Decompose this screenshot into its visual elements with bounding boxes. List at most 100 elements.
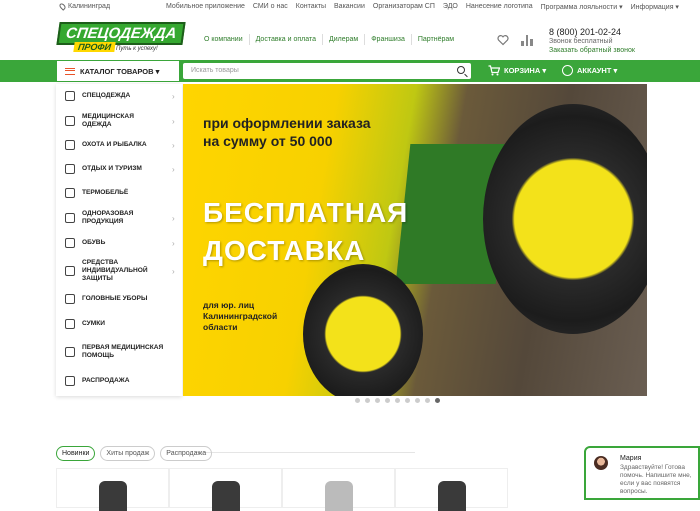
product-image bbox=[99, 481, 127, 511]
first-aid-icon bbox=[65, 347, 75, 357]
banner-small-1: для юр. лиц bbox=[203, 300, 255, 310]
chevron-right-icon: › bbox=[172, 116, 175, 126]
search-input[interactable]: Искать товары bbox=[183, 63, 471, 79]
bag-icon bbox=[65, 319, 75, 329]
nav-partners[interactable]: Партнёрам bbox=[410, 34, 460, 45]
divider-line bbox=[195, 452, 415, 453]
callback-link[interactable]: Заказать обратный звонок bbox=[549, 46, 635, 55]
sidebar-item-label: СРЕДСТВА ИНДИВИДУАЛЬНОЙ ЗАЩИТЫ bbox=[82, 259, 148, 282]
banner-small-2: Калининградской bbox=[203, 311, 278, 321]
top-link-sp-organizers[interactable]: Организаторам СП bbox=[373, 3, 435, 11]
header: СПЕЦОДЕЖДА ПРОФИ Путь к успеху! О компан… bbox=[0, 14, 700, 60]
cart-icon bbox=[488, 65, 500, 76]
city-selector[interactable]: Калининград bbox=[58, 2, 111, 11]
chat-message: Здравствуйте! Готова помочь. Напишите мн… bbox=[620, 464, 692, 495]
jacket-icon bbox=[65, 91, 75, 101]
city-label: Калининград bbox=[68, 3, 111, 10]
chevron-right-icon: › bbox=[172, 238, 175, 248]
account-button[interactable]: АККАУНТ ▾ bbox=[562, 65, 617, 76]
top-link-contacts[interactable]: Контакты bbox=[296, 3, 326, 11]
top-link-loyalty[interactable]: Программа лояльности ▾ bbox=[541, 3, 623, 11]
search-icon[interactable] bbox=[457, 66, 465, 74]
chat-widget[interactable]: Мария Здравствуйте! Готова помочь. Напиш… bbox=[584, 446, 700, 500]
banner-headline: БЕСПЛАТНАЯ ДОСТАВКА bbox=[203, 194, 408, 270]
header-nav: О компании Доставка и оплата Дилерам Фра… bbox=[198, 34, 460, 45]
carousel-dot[interactable] bbox=[355, 398, 360, 403]
chevron-right-icon: › bbox=[172, 266, 175, 276]
top-link-media[interactable]: СМИ о нас bbox=[253, 3, 288, 11]
user-icon bbox=[562, 65, 573, 76]
top-link-info[interactable]: Информация ▾ bbox=[631, 3, 679, 11]
favorites-heart-icon[interactable] bbox=[497, 34, 509, 46]
chat-avatar bbox=[594, 456, 608, 470]
search-placeholder: Искать товары bbox=[191, 67, 239, 74]
tab-bestsellers[interactable]: Хиты продаж bbox=[100, 446, 156, 461]
nav-delivery[interactable]: Доставка и оплата bbox=[248, 34, 322, 45]
chevron-right-icon: › bbox=[172, 164, 175, 174]
banner-line-2: на сумму от 50 000 bbox=[203, 133, 333, 149]
sidebar-item-label: МЕДИЦИНСКАЯ ОДЕЖДА bbox=[82, 113, 134, 128]
product-card[interactable] bbox=[169, 468, 282, 511]
catalog-label: КАТАЛОГ ТОВАРОВ ▾ bbox=[80, 66, 160, 76]
helmet-icon bbox=[65, 294, 75, 304]
sidebar-item-label: РАСПРОДАЖА bbox=[82, 377, 130, 384]
disposable-icon bbox=[65, 213, 75, 223]
compare-chart-icon[interactable] bbox=[521, 34, 534, 46]
banner-note: для юр. лиц Калининградской области bbox=[203, 300, 277, 333]
carousel-dot[interactable] bbox=[435, 398, 440, 403]
promo-banner[interactable]: при оформлении заказа на сумму от 50 000… bbox=[183, 84, 647, 396]
tab-sale[interactable]: Распродажа bbox=[160, 446, 213, 461]
top-link-mobile-app[interactable]: Мобильное приложение bbox=[166, 3, 245, 11]
product-grid bbox=[56, 468, 508, 511]
cart-label: КОРЗИНА ▾ bbox=[504, 66, 547, 75]
phone-free-note: Звонок бесплатный bbox=[549, 38, 613, 45]
sidebar-item-label: СУМКИ bbox=[82, 320, 106, 327]
phone-number[interactable]: 8 (800) 201-02-24 bbox=[549, 28, 635, 37]
nav-about[interactable]: О компании bbox=[198, 34, 249, 45]
tourism-icon bbox=[65, 164, 75, 174]
chevron-right-icon: › bbox=[172, 213, 175, 223]
tab-new[interactable]: Новинки bbox=[56, 446, 96, 461]
sidebar-item-label: ПЕРВАЯ МЕДИЦИНСКАЯ ПОМОЩЬ bbox=[82, 344, 164, 359]
carousel-dot[interactable] bbox=[395, 398, 400, 403]
sidebar-item-label: ГОЛОВНЫЕ УБОРЫ bbox=[82, 295, 148, 302]
nav-dealers[interactable]: Дилерам bbox=[322, 34, 364, 45]
carousel-dot[interactable] bbox=[405, 398, 410, 403]
sidebar-item-label: ТЕРМОБЕЛЬЁ bbox=[82, 189, 129, 196]
banner-big-2: ДОСТАВКА bbox=[203, 235, 366, 266]
chevron-right-icon: › bbox=[172, 91, 175, 101]
catalog-button[interactable]: КАТАЛОГ ТОВАРОВ ▾ bbox=[56, 60, 180, 82]
category-sidebar: СПЕЦОДЕЖДА › МЕДИЦИНСКАЯ ОДЕЖДА › ОХОТА И … bbox=[56, 84, 182, 396]
carousel-dot[interactable] bbox=[415, 398, 420, 403]
banner-big-1: БЕСПЛАТНАЯ bbox=[203, 197, 409, 228]
banner-subtitle: при оформлении заказа на сумму от 50 000 bbox=[203, 114, 371, 150]
product-image bbox=[325, 481, 353, 511]
product-card[interactable] bbox=[282, 468, 395, 511]
top-link-vacancies[interactable]: Вакансии bbox=[334, 3, 365, 11]
top-links: Мобильное приложение СМИ о нас Контакты … bbox=[166, 3, 679, 11]
tractor-rear-wheel bbox=[483, 104, 647, 334]
chat-agent-name: Мария bbox=[620, 455, 642, 462]
nav-franchise[interactable]: Франшиза bbox=[364, 34, 411, 45]
top-bar: Калининград Мобильное приложение СМИ о н… bbox=[0, 0, 700, 14]
carousel-dot[interactable] bbox=[385, 398, 390, 403]
sidebar-item-label: ОТДЫХ И ТУРИЗМ bbox=[82, 165, 142, 172]
product-card[interactable] bbox=[56, 468, 169, 511]
top-link-logo-printing[interactable]: Нанесение логотипа bbox=[466, 3, 533, 11]
sidebar-item-label: ОБУВЬ bbox=[82, 239, 106, 246]
logo-slogan: Путь к успеху! bbox=[116, 46, 158, 52]
product-card[interactable] bbox=[395, 468, 508, 511]
sidebar-item-label: ОХОТА И РЫБАЛКА bbox=[82, 141, 147, 148]
carousel-dots bbox=[355, 398, 440, 403]
header-icons bbox=[497, 34, 534, 46]
carousel-dot[interactable] bbox=[375, 398, 380, 403]
menu-burger-icon bbox=[65, 67, 75, 75]
banner-line-1: при оформлении заказа bbox=[203, 115, 371, 131]
logo[interactable]: СПЕЦОДЕЖДА ПРОФИ Путь к успеху! bbox=[56, 22, 187, 64]
carousel-dot[interactable] bbox=[365, 398, 370, 403]
sidebar-item-label: СПЕЦОДЕЖДА bbox=[82, 92, 131, 99]
carousel-dot[interactable] bbox=[425, 398, 430, 403]
cart-button[interactable]: КОРЗИНА ▾ bbox=[488, 65, 546, 76]
top-link-edo[interactable]: ЭДО bbox=[443, 3, 458, 11]
hunting-icon bbox=[65, 140, 75, 150]
